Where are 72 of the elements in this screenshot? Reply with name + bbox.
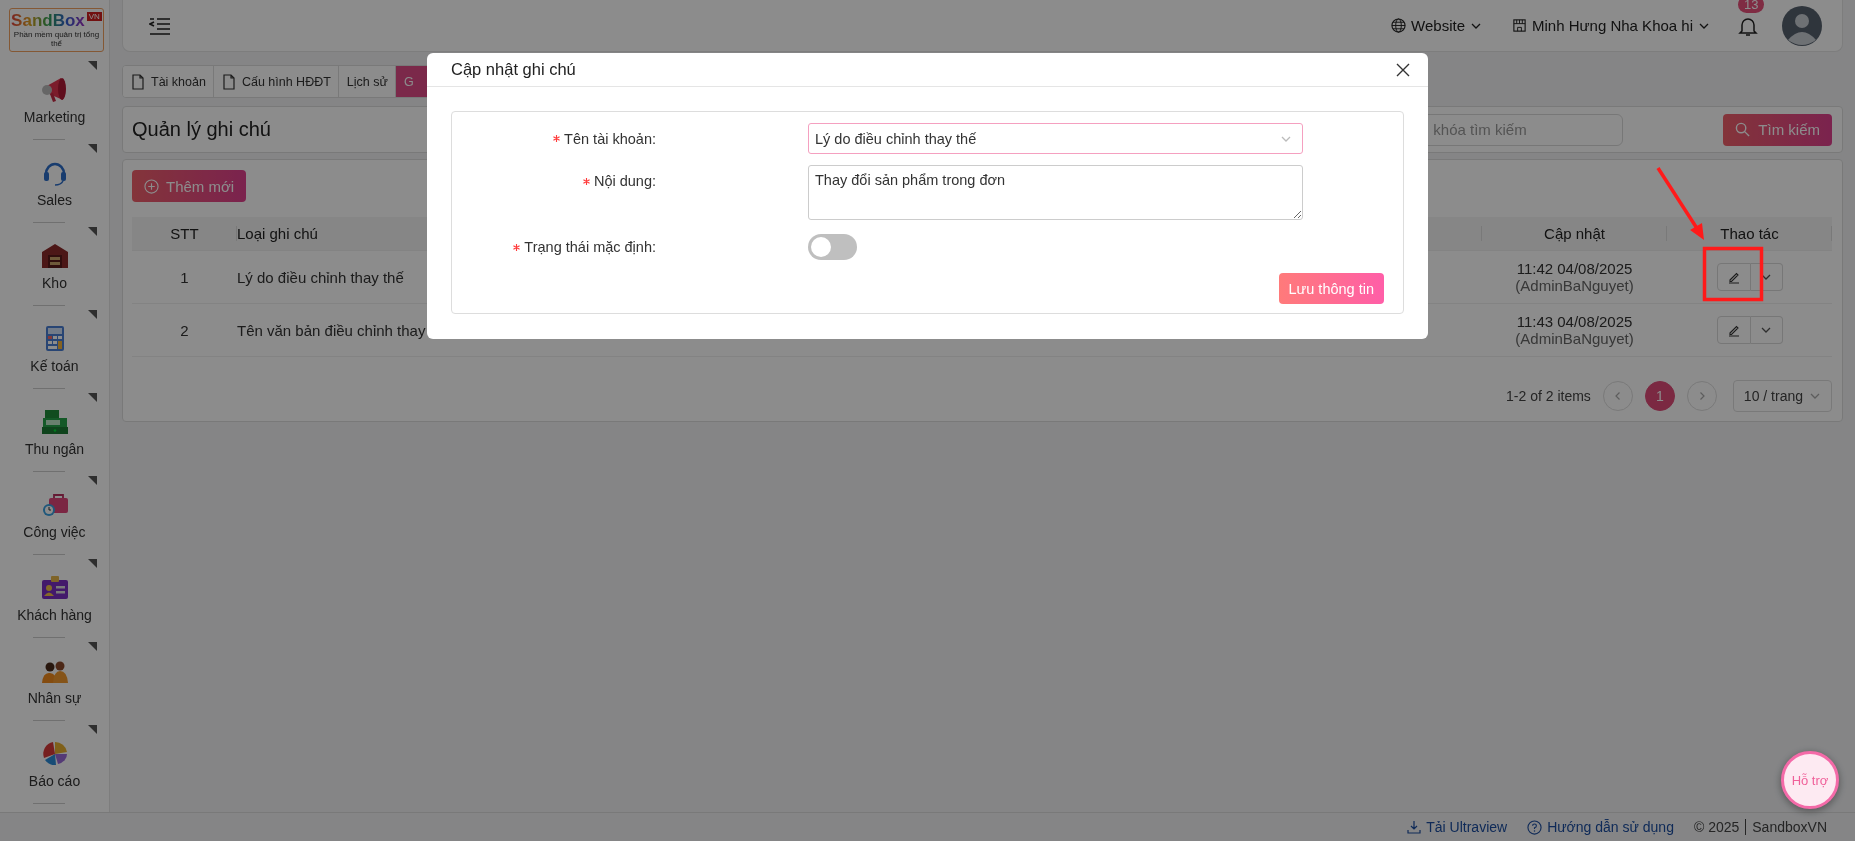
corner-triangle-icon [88,725,97,734]
help-circle-icon [1527,819,1543,835]
sidebar-item[interactable]: Nhân sự [0,638,109,721]
table-cell: 11:42 04/08/2025 [1516,260,1633,277]
add-button[interactable]: Thêm mới [132,170,247,202]
footer-link[interactable]: Tải Ultraview [1407,819,1508,835]
field-label: Tên tài khoản: [564,130,656,147]
column-header: STT [132,217,237,251]
sidebar-item[interactable]: Thu ngân [0,389,109,472]
corner-triangle-icon [88,310,97,319]
file-icon [131,73,145,90]
table-cell: 2 [132,304,237,357]
close-icon [1396,62,1410,77]
field-label: Nội dung: [593,173,656,189]
brand-name: SandboxVN [1752,819,1827,835]
corner-triangle-icon [88,61,97,70]
plus-circle-icon [144,178,159,194]
toggle-switch[interactable] [808,234,857,260]
help-button[interactable]: Hỗ trợ [1781,751,1839,809]
more-button[interactable] [1750,316,1783,344]
input-field[interactable]: Thay đổi sản phẩm trong đơn [808,165,1303,220]
menu-icon[interactable] [149,16,171,35]
corner-triangle-icon [88,144,97,153]
sidebar-item[interactable]: Marketing [0,57,109,140]
branch-dropdown[interactable]: Minh Hưng Nha Khoa hi [1512,17,1710,34]
table-cell: 11:43 04/08/2025 [1516,313,1633,330]
select-field[interactable]: Lý do điều chỉnh thay thế [808,123,1303,154]
table-cell: 1 [132,251,237,304]
search-button[interactable]: Tìm kiếm [1723,113,1832,146]
corner-triangle-icon [88,227,97,236]
download-icon [1407,820,1422,834]
corner-triangle-icon [88,476,97,485]
edit-button[interactable] [1716,263,1751,291]
avatar[interactable] [1782,5,1822,46]
sidebar-item[interactable]: Kho [0,223,109,306]
page-size-select[interactable]: 10 / trang [1732,380,1832,412]
copyright: © 2025 [1693,819,1740,835]
sidebar-item[interactable]: Công việc [0,472,109,555]
sidebar-item[interactable]: Khách hàng [0,555,109,638]
save-button[interactable]: Lưu thông tin [1278,273,1384,304]
close-button[interactable] [1396,62,1410,77]
corner-triangle-icon [88,559,97,568]
next-page-button[interactable] [1686,381,1717,411]
sidebar-item[interactable]: Báo cáo [0,721,109,804]
pencil-icon [1726,323,1741,337]
notification-badge: 13 [1738,0,1765,13]
highlight-box [1702,246,1764,302]
pencil-icon [1726,270,1741,284]
globe-icon [1391,18,1407,33]
edit-button[interactable] [1716,316,1751,344]
logo-badge: VN [86,12,102,21]
column-header: Thao tác [1667,217,1832,251]
table-cell: (AdminBaNguyet) [1515,277,1634,294]
tab[interactable]: Tài khoản [123,66,214,97]
corner-triangle-icon [88,642,97,651]
store-icon [1512,18,1528,33]
corner-triangle-icon [88,393,97,402]
modal-title: Cập nhật ghi chú [451,60,576,79]
page-title: Quản lý ghi chú [132,118,271,141]
footer-link[interactable]: Hướng dẫn sử dụng [1527,819,1674,835]
sidebar-item[interactable]: Sales [0,140,109,223]
column-header: Cập nhật [1482,217,1667,251]
page-button[interactable]: 1 [1644,381,1675,411]
logo-tagline: Phần mềm quản trị tổng thể [12,30,101,48]
search-icon [1735,122,1751,137]
file-icon [221,73,236,90]
logo[interactable]: SandBox VN Phần mềm quản trị tổng thể [9,8,104,52]
table-cell: (AdminBaNguyet) [1515,330,1634,347]
sidebar-item[interactable]: Kế toán [0,306,109,389]
website-dropdown[interactable]: Website [1391,17,1483,34]
pagination-summary: 1-2 of 2 items [1506,388,1591,404]
previous-page-button[interactable] [1602,381,1633,411]
